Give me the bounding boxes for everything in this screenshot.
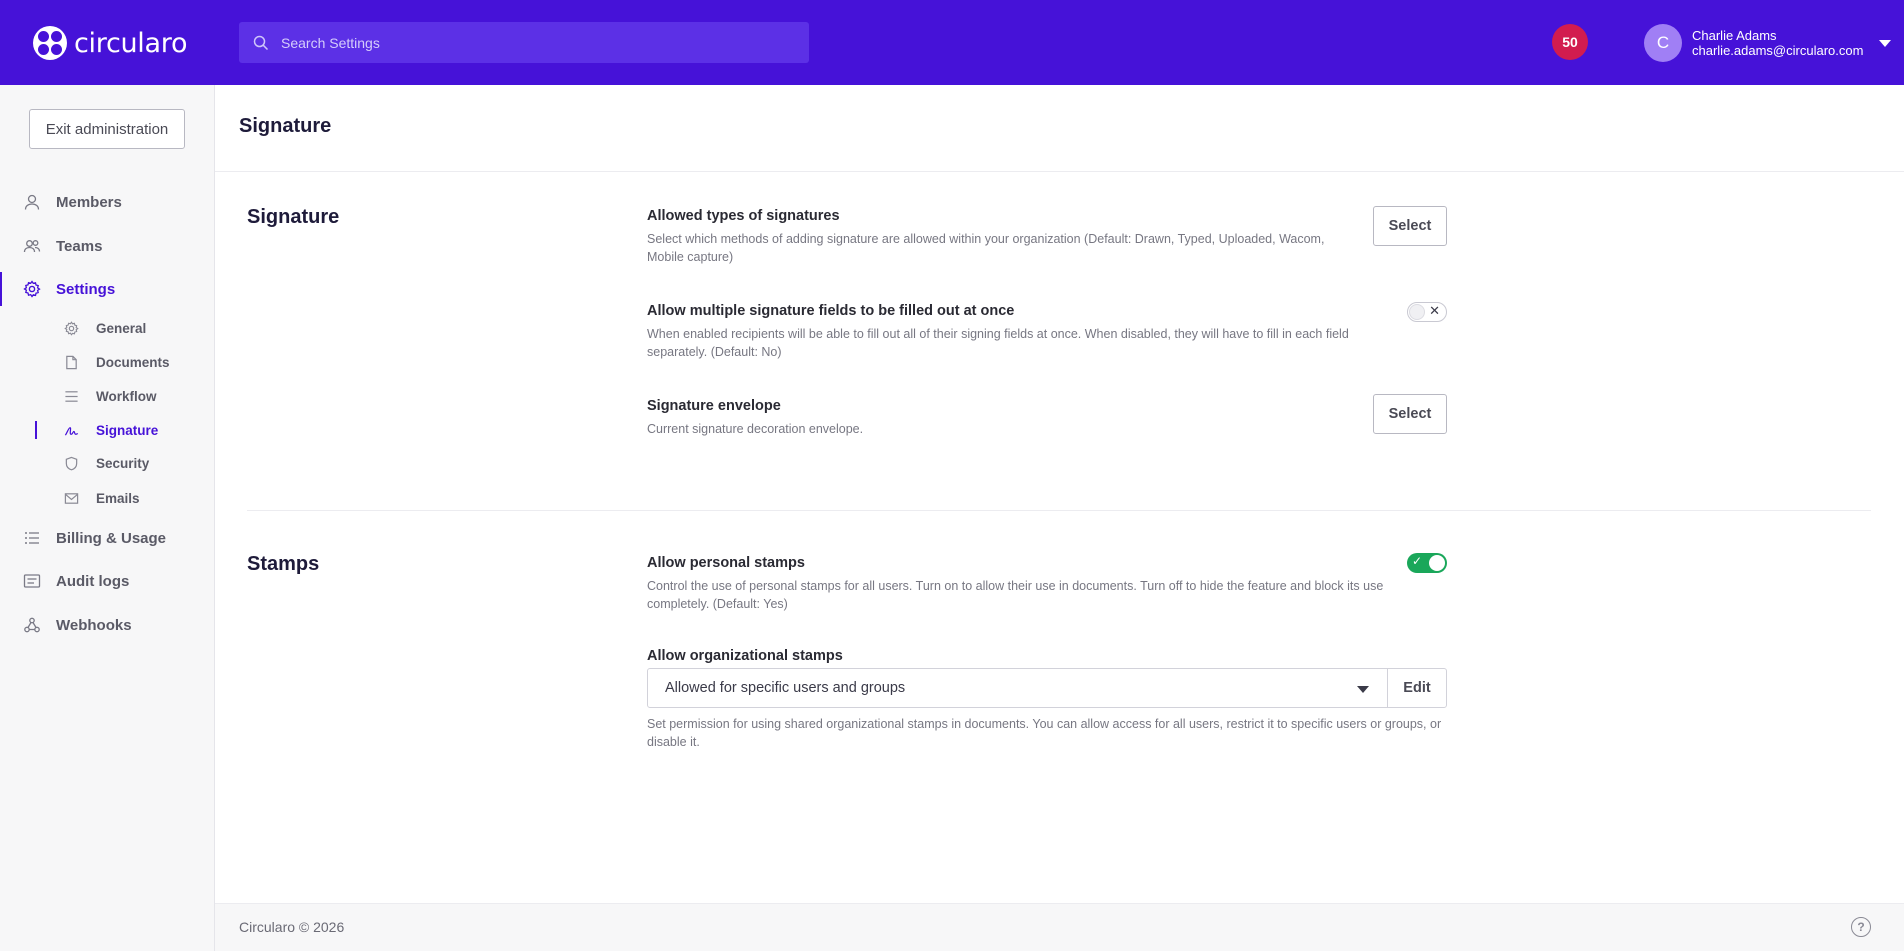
sidebar-item-label: Webhooks: [56, 616, 132, 634]
chevron-down-icon[interactable]: [1879, 39, 1892, 47]
page-header: Signature: [215, 85, 1904, 172]
setting-title: Allow personal stamps: [647, 555, 805, 571]
signature-icon: [64, 426, 79, 436]
log-icon: [23, 574, 41, 588]
logo-text: circularo: [74, 27, 188, 59]
logo[interactable]: circularo: [33, 26, 187, 60]
setting-description: Set permission for using shared organiza…: [647, 717, 1442, 749]
setting-organizational-stamps: Allow organizational stamps: [647, 648, 1447, 664]
sidebar-subitem-emails[interactable]: Emails: [35, 484, 214, 512]
sidebar-subitem-workflow[interactable]: Workflow: [35, 382, 214, 410]
top-bar: circularo 50 C Charlie Adams charlie.ada…: [0, 0, 1904, 85]
sidebar: Exit administration Members Teams Settin…: [0, 85, 215, 951]
search-icon: [253, 35, 269, 50]
section-title-stamps: Stamps: [247, 553, 320, 575]
sidebar-item-label: Audit logs: [56, 572, 130, 590]
sidebar-subitem-label: Workflow: [96, 388, 157, 404]
sidebar-subitem-label: Security: [96, 455, 150, 471]
help-icon[interactable]: ?: [1851, 917, 1871, 937]
check-icon: ✓: [1412, 554, 1423, 568]
chevron-down-icon: [1357, 686, 1369, 693]
notification-badge[interactable]: 50: [1552, 24, 1588, 60]
setting-personal-stamps: Allow personal stamps Control the use of…: [647, 555, 1387, 613]
footer: Circularo © 2026 ?: [215, 903, 1904, 951]
sidebar-subitem-documents[interactable]: Documents: [35, 348, 214, 376]
user-icon: [24, 194, 40, 210]
workflow-icon: [65, 390, 78, 402]
logo-icon: [33, 26, 67, 60]
setting-multiple-signature-fields: Allow multiple signature fields to be fi…: [647, 303, 1377, 361]
exit-administration-button[interactable]: Exit administration: [29, 109, 185, 149]
sidebar-item-audit-logs[interactable]: Audit logs: [0, 564, 214, 598]
webhook-icon: [24, 617, 40, 633]
mail-icon: [64, 492, 79, 504]
avatar: C: [1644, 24, 1682, 62]
sidebar-item-settings[interactable]: Settings: [0, 272, 214, 306]
sidebar-subitem-signature[interactable]: Signature: [35, 416, 214, 444]
sidebar-item-label: Teams: [56, 237, 103, 255]
setting-title: Allow organizational stamps: [647, 648, 843, 664]
sidebar-item-label: Members: [56, 193, 122, 211]
section-divider: [247, 510, 1871, 511]
section-title-signature: Signature: [247, 206, 340, 228]
select-value: Allowed for specific users and groups: [665, 680, 906, 696]
setting-signature-envelope: Signature envelope Current signature dec…: [647, 398, 1247, 438]
setting-description: When enabled recipients will be able to …: [647, 327, 1349, 359]
personal-stamps-toggle[interactable]: ✓: [1407, 553, 1447, 573]
user-email: charlie.adams@circularo.com: [1692, 43, 1864, 58]
edit-organizational-stamps-button[interactable]: Edit: [1387, 668, 1447, 708]
sidebar-item-members[interactable]: Members: [0, 185, 214, 219]
toggle-knob: [1409, 304, 1425, 320]
search-box[interactable]: [239, 22, 809, 63]
user-menu[interactable]: C Charlie Adams charlie.adams@circularo.…: [1644, 24, 1892, 62]
user-info: Charlie Adams charlie.adams@circularo.co…: [1692, 28, 1863, 58]
sidebar-item-webhooks[interactable]: Webhooks: [0, 608, 214, 642]
close-icon: ✕: [1429, 304, 1440, 319]
shield-icon: [65, 456, 78, 470]
sidebar-item-teams[interactable]: Teams: [0, 229, 214, 263]
search-input[interactable]: [281, 34, 781, 51]
gear-icon: [23, 280, 41, 298]
setting-description: Current signature decoration envelope.: [647, 422, 864, 436]
main-content: Signature Signature Allowed types of sig…: [215, 85, 1904, 903]
user-name: Charlie Adams: [1692, 28, 1777, 43]
select-envelope-button[interactable]: Select: [1373, 394, 1447, 434]
setting-title: Signature envelope: [647, 398, 781, 414]
gear-icon: [64, 320, 79, 336]
organizational-stamps-select[interactable]: Allowed for specific users and groups: [647, 668, 1388, 708]
sidebar-subitem-general[interactable]: General: [35, 314, 214, 342]
setting-organizational-stamps-desc: Set permission for using shared organiza…: [647, 709, 1447, 751]
sidebar-item-label: Settings: [56, 280, 116, 298]
select-signature-types-button[interactable]: Select: [1373, 206, 1447, 246]
sidebar-item-label: Billing & Usage: [56, 529, 167, 547]
sidebar-subitem-security[interactable]: Security: [35, 449, 214, 477]
multiple-fields-toggle[interactable]: ✕: [1407, 302, 1447, 322]
setting-description: Control the use of personal stamps for a…: [647, 579, 1384, 611]
setting-allowed-signature-types: Allowed types of signatures Select which…: [647, 208, 1347, 266]
document-icon: [66, 355, 77, 369]
list-icon: [25, 532, 39, 544]
setting-title: Allowed types of signatures: [647, 208, 840, 224]
sidebar-subitem-label: Documents: [96, 354, 170, 370]
toggle-knob: [1429, 555, 1445, 571]
sidebar-subitem-label: Signature: [96, 422, 159, 438]
team-icon: [23, 240, 41, 253]
setting-title: Allow multiple signature fields to be fi…: [647, 303, 1015, 319]
sidebar-item-billing[interactable]: Billing & Usage: [0, 521, 214, 555]
page-title: Signature: [239, 115, 332, 137]
setting-description: Select which methods of adding signature…: [647, 232, 1325, 264]
sidebar-subitem-label: General: [96, 320, 147, 336]
copyright: Circularo © 2026: [239, 919, 345, 935]
sidebar-subitem-label: Emails: [96, 490, 140, 506]
